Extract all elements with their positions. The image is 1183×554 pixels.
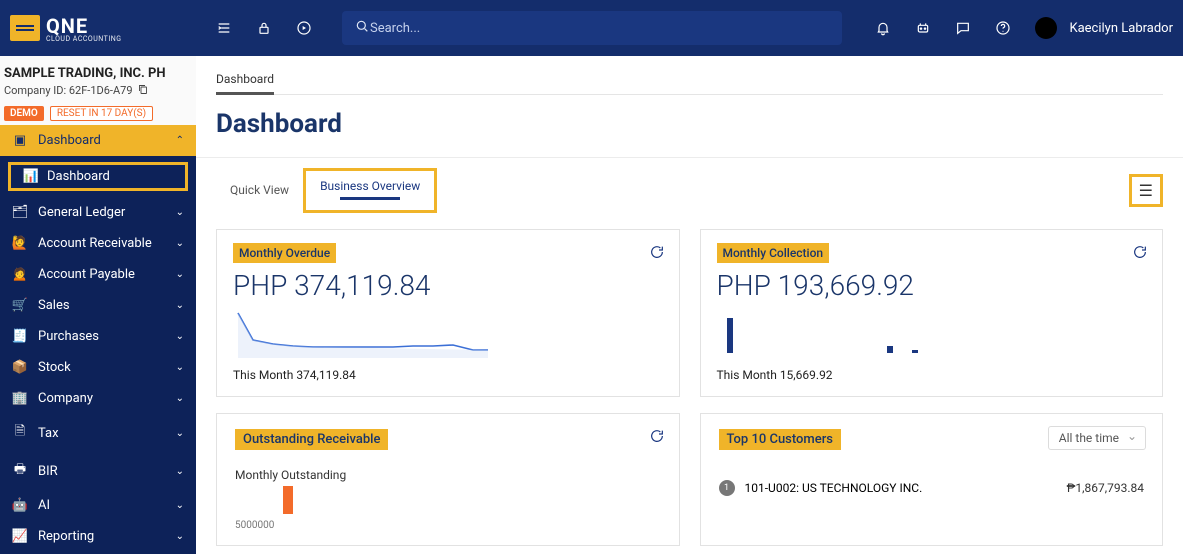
chevron-down-icon: ⌄ (176, 269, 184, 280)
breadcrumb[interactable]: Dashboard (216, 72, 274, 95)
tabs-row: Quick View Business Overview ☰ (196, 158, 1183, 213)
sidebar-item-general-ledger[interactable]: 🗂General Ledger⌄ (0, 197, 196, 228)
payable-icon: 🙍 (12, 267, 28, 282)
card-footer: This Month 374,119.84 (233, 368, 663, 382)
sidebar: SAMPLE TRADING, INC. PH Company ID: 62F-… (0, 56, 196, 554)
chart-icon: 📊 (23, 169, 39, 184)
y-tick: 5000000 (235, 520, 661, 531)
card-value: PHP 374,119.84 (233, 269, 663, 302)
customer-name: 101-U002: US TECHNOLOGY INC. (745, 481, 923, 495)
company-icon: 🏢 (12, 391, 28, 406)
reset-badge[interactable]: RESET IN 17 DAY(S) (50, 106, 153, 121)
time-range-select[interactable]: All the time (1048, 426, 1146, 450)
lock-icon[interactable] (256, 20, 272, 36)
receivable-icon: 🙋 (12, 236, 28, 251)
avatar[interactable] (1035, 17, 1057, 39)
app-header: QNE CLOUD ACCOUNTING Kaecilyn Labrador (0, 0, 1183, 56)
chevron-down-icon: ⌄ (176, 428, 184, 439)
chevron-down-icon: ⌄ (176, 300, 184, 311)
card-outstanding-receivable: Outstanding Receivable Monthly Outstandi… (216, 413, 680, 546)
tax-icon: 🗎 (12, 422, 28, 444)
card-title: Top 10 Customers (719, 429, 842, 450)
card-top-customers: Top 10 Customers All the time 1 101-U002… (700, 413, 1164, 546)
search-icon (354, 18, 370, 38)
refresh-button[interactable] (649, 244, 665, 264)
refresh-button[interactable] (649, 428, 665, 448)
brand-subtitle: CLOUD ACCOUNTING (46, 35, 122, 43)
chevron-down-icon: ⌄ (176, 238, 184, 249)
sidebar-item-stock[interactable]: 📦Stock⌄ (0, 352, 196, 383)
chevron-down-icon: ⌄ (176, 362, 184, 373)
card-title: Outstanding Receivable (235, 429, 388, 450)
sidebar-item-reporting[interactable]: 📈Reporting⌄ (0, 521, 196, 552)
sidebar-item-tax[interactable]: 🗎Tax⌄ (0, 414, 196, 452)
page-title: Dashboard (216, 109, 1163, 139)
chevron-down-icon: ⌄ (176, 331, 184, 342)
chat-icon[interactable] (955, 20, 971, 36)
ai-icon: 🤖 (12, 498, 28, 513)
sidebar-subitem-dashboard[interactable]: 📊 Dashboard (8, 162, 188, 191)
brand-logo[interactable]: QNE CLOUD ACCOUNTING (10, 14, 196, 43)
play-circle-icon[interactable] (296, 20, 312, 36)
sidebar-item-dashboard[interactable]: ▣ Dashboard ⌃ (0, 125, 196, 156)
chevron-down-icon: ⌄ (176, 500, 184, 511)
tab-business-overview[interactable]: Business Overview (303, 168, 437, 213)
sidebar-item-bir[interactable]: 🖶BIR⌄ (0, 452, 196, 490)
indent-icon[interactable] (216, 20, 232, 36)
card-monthly-collection: Monthly Collection PHP 193,669.92 This M… (700, 229, 1164, 397)
card-monthly-overdue: Monthly Overdue PHP 374,119.84 This Mont… (216, 229, 680, 397)
sales-icon: 🛒 (12, 298, 28, 313)
header-right: Kaecilyn Labrador (875, 17, 1173, 39)
global-search[interactable] (342, 11, 842, 45)
rank-badge: 1 (719, 480, 735, 496)
chart-subtitle: Monthly Outstanding (235, 468, 661, 482)
sidebar-item-purchases[interactable]: 🧾Purchases⌄ (0, 321, 196, 352)
chevron-down-icon: ⌄ (176, 393, 184, 404)
bir-icon: 🖶 (12, 460, 28, 482)
search-input[interactable] (370, 21, 830, 36)
stock-icon: 📦 (12, 360, 28, 375)
refresh-button[interactable] (1132, 244, 1148, 264)
collection-bars (717, 308, 1147, 358)
dashboard-icon: ▣ (12, 133, 28, 148)
card-value: PHP 193,669.92 (717, 269, 1147, 302)
chevron-up-icon: ⌃ (176, 135, 184, 146)
header-left-icons (216, 20, 312, 36)
hamburger-icon: ☰ (1139, 181, 1153, 200)
robot-icon[interactable] (915, 20, 931, 36)
ledger-icon: 🗂 (12, 205, 28, 220)
chevron-down-icon: ⌄ (176, 207, 184, 218)
sidebar-item-ai[interactable]: 🤖AI⌄ (0, 490, 196, 521)
sidebar-item-account-payable[interactable]: 🙍Account Payable⌄ (0, 259, 196, 290)
help-icon[interactable] (995, 20, 1011, 36)
company-id: Company ID: 62F-1D6-A79 (4, 83, 186, 98)
main-content: Dashboard Dashboard Quick View Business … (196, 56, 1183, 554)
company-info: SAMPLE TRADING, INC. PH Company ID: 62F-… (0, 56, 196, 125)
copy-icon[interactable] (137, 83, 149, 98)
panel-menu-button[interactable]: ☰ (1129, 174, 1163, 207)
customer-amount: ₱1,867,793.84 (1067, 481, 1144, 495)
card-footer: This Month 15,669.92 (717, 368, 1147, 382)
chevron-down-icon: ⌄ (176, 466, 184, 477)
demo-badge: DEMO (4, 106, 44, 121)
card-title: Monthly Collection (717, 243, 830, 263)
customer-row[interactable]: 1 101-U002: US TECHNOLOGY INC. ₱1,867,79… (719, 480, 1145, 496)
sidebar-item-company[interactable]: 🏢Company⌄ (0, 383, 196, 414)
tab-quick-view[interactable]: Quick View (216, 175, 303, 207)
purchases-icon: 🧾 (12, 329, 28, 344)
user-name-label[interactable]: Kaecilyn Labrador (1069, 21, 1173, 36)
company-name: SAMPLE TRADING, INC. PH (4, 66, 186, 81)
bell-icon[interactable] (875, 20, 891, 36)
card-title: Monthly Overdue (233, 243, 336, 263)
sidebar-item-sales[interactable]: 🛒Sales⌄ (0, 290, 196, 321)
outstanding-bar-chart (235, 484, 661, 514)
overdue-sparkline (233, 308, 663, 358)
sidebar-item-account-receivable[interactable]: 🙋Account Receivable⌄ (0, 228, 196, 259)
chevron-down-icon: ⌄ (176, 531, 184, 542)
logo-mark-icon (10, 15, 40, 41)
reporting-icon: 📈 (12, 529, 28, 544)
